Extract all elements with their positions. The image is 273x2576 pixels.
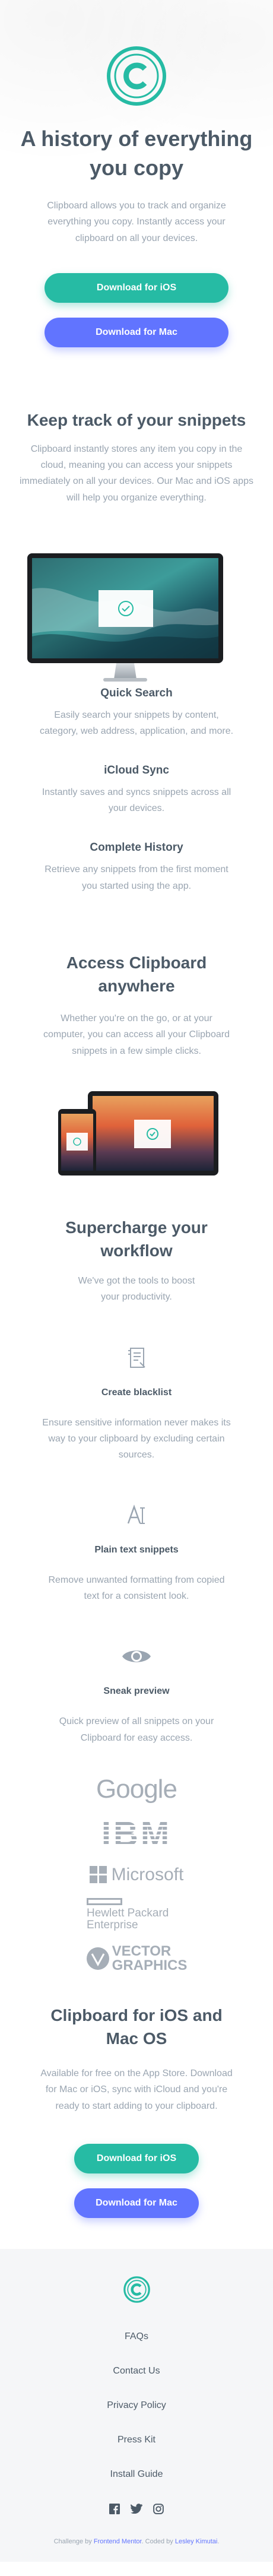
footer-logo-icon[interactable] [123,2276,150,2303]
ibm-logo: IBM [101,1817,172,1852]
feature-complete-history: Complete History Retrieve any snippets f… [0,816,273,893]
supercharge-section: Supercharge your workflow We've got the … [0,1180,273,1746]
snippets-description: Clipboard instantly stores any item you … [20,443,253,503]
footer-link-press[interactable]: Press Kit [118,2435,155,2445]
attribution-author-link[interactable]: Lesley Kimutai [175,2538,218,2545]
facebook-icon[interactable] [109,2503,120,2514]
feature-title: iCloud Sync [104,764,169,777]
cta-download-ios-button[interactable]: Download for iOS [74,2143,199,2173]
cta-section: Clipboard for iOS and Mac OS Available f… [0,1986,273,2249]
tool-sneak-preview: Sneak preview Quick preview of all snipp… [0,1604,273,1745]
footer-link-install[interactable]: Install Guide [110,2469,163,2479]
microsoft-logo: Microsoft [89,1864,184,1885]
social-links [0,2503,273,2514]
hero-description: Clipboard allows you to track and organi… [47,201,226,243]
supercharge-description: We've got the tools to boost your produc… [78,1276,195,1303]
hewlett-packard-logo: Hewlett Packard Enterprise [87,1897,186,1931]
footer-link-privacy[interactable]: Privacy Policy [107,2400,166,2410]
hero-title: A history of everything you copy [20,126,253,180]
tool-plain-text: Plain text snippets Remove unwanted form… [0,1463,273,1604]
footer-link-contact[interactable]: Contact Us [113,2366,160,2376]
feature-icloud-sync: iCloud Sync Instantly saves and syncs sn… [0,739,273,816]
tool-title: Create blacklist [101,1387,172,1398]
attribution: Challenge by Frontend Mentor. Coded by L… [0,2538,273,2545]
hp-logo-line1: Hewlett Packard [87,1906,169,1919]
cta-download-mac-button[interactable]: Download for Mac [74,2188,199,2218]
feature-title: Complete History [90,841,183,854]
feature-description: Retrieve any snippets from the first mom… [45,864,228,891]
tool-title: Plain text snippets [94,1545,179,1555]
access-section: Access Clipboard anywhere Whether you're… [0,894,273,1180]
tool-description: Quick preview of all snippets on your Cl… [59,1716,214,1743]
google-logo-text: Google [96,1774,177,1804]
clipboard-logo-icon [107,46,166,106]
cta-description: Available for free on the App Store. Dow… [40,2068,233,2111]
feature-quick-search: Quick Search Easily search your snippets… [0,687,273,739]
vector-logo-line2: GRAPHICS [112,1957,188,1973]
download-ios-button[interactable]: Download for iOS [45,273,228,303]
microsoft-logo-text: Microsoft [111,1864,184,1884]
attribution-prefix: Challenge by [53,2537,92,2545]
text-icon [127,1504,145,1525]
partner-logos: Google IBM Microsoft Hewlett Packard Ent… [0,1746,273,1986]
page: A history of everything you copy Clipboa… [0,0,273,2562]
footer: FAQs Contact Us Privacy Policy Press Kit… [0,2248,273,2562]
hero-section: A history of everything you copy Clipboa… [0,0,273,347]
computer-monitor-image [27,553,223,687]
download-mac-button[interactable]: Download for Mac [45,317,228,347]
eye-icon [122,1650,151,1663]
snippets-title: Keep track of your snippets [27,410,246,429]
tool-create-blacklist: Create blacklist Ensure sensitive inform… [0,1306,273,1463]
blacklist-icon [128,1347,145,1368]
tool-description: Remove unwanted formatting from copied t… [48,1575,225,1602]
footer-nav: FAQs Contact Us Privacy Policy Press Kit… [0,2331,273,2480]
vector-logo-line1: VECTOR [112,1943,172,1959]
google-logo: Google [96,1775,177,1804]
microsoft-squares-icon [89,1866,107,1884]
access-title: Access Clipboard anywhere [66,953,207,995]
vector-graphics-circle-icon [86,1947,109,1970]
attribution-middle: . Coded by [141,2537,173,2545]
attribution-challenge-link[interactable]: Frontend Mentor [94,2538,142,2545]
feature-description: Easily search your snippets by content, … [39,709,234,736]
access-description: Whether you're on the go, or at your com… [43,1013,230,1056]
instagram-icon[interactable] [153,2503,164,2514]
cta-title: Clipboard for iOS and Mac OS [50,2005,223,2048]
devices-image [58,1091,218,1180]
attribution-suffix: . [217,2537,220,2545]
ibm-logo-text: IBM [101,1814,172,1853]
feature-description: Instantly saves and syncs snippets acros… [42,787,231,814]
footer-link-faqs[interactable]: FAQs [125,2331,148,2341]
tool-description: Ensure sensitive information never makes… [42,1417,231,1460]
tool-title: Sneak preview [103,1686,170,1697]
twitter-icon[interactable] [131,2504,142,2514]
hp-logo-line2: Enterprise [87,1918,138,1931]
supercharge-title: Supercharge your workflow [65,1218,208,1260]
snippets-section: Keep track of your snippets Clipboard in… [0,347,273,894]
feature-title: Quick Search [100,686,173,699]
vector-graphics-logo: VECTOR GRAPHICS [86,1943,188,1973]
hp-logo-bar [87,1897,122,1905]
